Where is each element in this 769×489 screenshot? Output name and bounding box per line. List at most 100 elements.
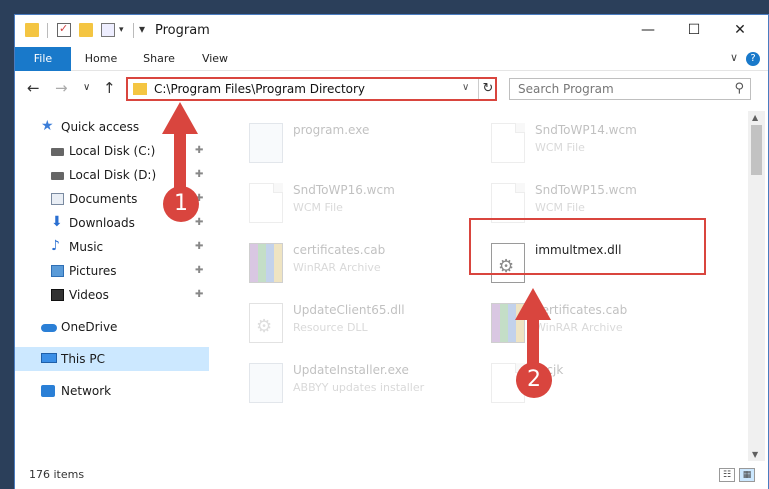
- navigation-pane: ★ Quick access Local Disk (C:) ✚ Local D…: [15, 111, 211, 461]
- address-bar[interactable]: C:\Program Files\Program Directory ∨ ↻: [126, 77, 497, 101]
- tab-view[interactable]: View: [191, 47, 239, 71]
- folder-icon: [133, 83, 147, 95]
- drive-icon: [51, 172, 64, 180]
- file-item[interactable]: SndToWP14.wcm WCM File: [479, 115, 719, 169]
- file-name: certificates.cab: [293, 243, 386, 257]
- sidebar-item-onedrive[interactable]: OneDrive: [15, 315, 209, 339]
- sidebar-item-videos[interactable]: Videos ✚: [15, 283, 209, 307]
- file-item[interactable]: SndToWP16.wcm WCM File: [237, 175, 477, 229]
- help-icon[interactable]: ?: [746, 52, 760, 66]
- file-item[interactable]: ⚙ UpdateClient65.dll Resource DLL: [237, 295, 477, 349]
- sidebar-item-label: Network: [61, 384, 112, 398]
- scrollbar-thumb[interactable]: [751, 125, 762, 175]
- back-icon[interactable]: ←: [27, 79, 40, 97]
- download-icon: ⬇: [51, 214, 63, 230]
- close-button[interactable]: ✕: [717, 15, 763, 45]
- file-type: Resource DLL: [293, 321, 368, 334]
- file-item[interactable]: certificates.cab WinRAR Archive: [479, 295, 719, 349]
- file-name: UpdateClient65.dll: [293, 303, 405, 317]
- sidebar-item-label: This PC: [61, 352, 105, 366]
- navigation-bar: ← → ∨ ↑ C:\Program Files\Program Directo…: [15, 72, 768, 106]
- recent-locations-icon[interactable]: ∨: [83, 82, 90, 93]
- vertical-scrollbar[interactable]: ▲ ▼: [748, 111, 765, 461]
- sidebar-item-music[interactable]: ♪ Music ✚: [15, 235, 209, 259]
- ribbon: File Home Share View ∨ ?: [15, 47, 768, 71]
- file-icon: [491, 123, 525, 163]
- sidebar-item-this-pc[interactable]: This PC: [15, 347, 209, 371]
- customize-icon[interactable]: [101, 23, 115, 37]
- tab-file[interactable]: File: [15, 47, 71, 71]
- search-input[interactable]: Search Program: [518, 82, 614, 96]
- item-count: 176 items: [29, 468, 85, 481]
- sidebar-item-local-disk-c[interactable]: Local Disk (C:) ✚: [15, 139, 209, 163]
- properties-icon[interactable]: ✓: [57, 22, 71, 37]
- quick-access-dropdown-icon[interactable]: ▾: [119, 25, 124, 35]
- sidebar-item-label: Music: [69, 240, 104, 254]
- winrar-archive-icon: [249, 243, 283, 283]
- sidebar-item-label: Local Disk (C:): [69, 144, 156, 158]
- file-type: WinRAR Archive: [535, 321, 623, 334]
- collapse-ribbon-icon[interactable]: ∨: [730, 51, 738, 64]
- file-name: SndToWP14.wcm: [535, 123, 637, 137]
- search-icon: ⚲: [734, 81, 744, 96]
- large-icons-view-icon[interactable]: ▦: [739, 468, 755, 482]
- file-name: program.exe: [293, 123, 370, 137]
- sidebar-item-label: Documents: [69, 192, 138, 206]
- documents-icon: [51, 193, 64, 205]
- new-folder-icon[interactable]: [79, 23, 93, 37]
- search-box[interactable]: Search Program ⚲: [509, 78, 751, 100]
- status-bar: 176 items ☷ ▦: [15, 463, 768, 489]
- installer-icon: [249, 363, 283, 403]
- address-path[interactable]: C:\Program Files\Program Directory: [154, 82, 365, 96]
- pin-icon[interactable]: ✚: [195, 283, 203, 307]
- file-icon: [491, 183, 525, 223]
- file-type: WinRAR Archive: [293, 261, 381, 274]
- tab-home[interactable]: Home: [77, 47, 125, 71]
- details-view-icon[interactable]: ☷: [719, 468, 735, 482]
- videos-icon: [51, 289, 64, 301]
- file-item[interactable]: d.cjk: [479, 355, 719, 409]
- sidebar-item-label: Pictures: [69, 264, 117, 278]
- sidebar-item-label: Videos: [69, 288, 109, 302]
- sidebar-item-local-disk-d[interactable]: Local Disk (D:) ✚: [15, 163, 209, 187]
- pictures-icon: [51, 265, 64, 277]
- target-file-highlight: [469, 218, 706, 275]
- dll-file-icon: ⚙: [249, 303, 283, 343]
- up-icon[interactable]: ↑: [103, 79, 116, 97]
- sidebar-item-label: Local Disk (D:): [69, 168, 157, 182]
- file-item[interactable]: program.exe: [237, 115, 477, 169]
- file-type: ABBYY updates installer: [293, 381, 425, 394]
- scroll-down-icon[interactable]: ▼: [752, 450, 758, 459]
- maximize-button[interactable]: ☐: [671, 15, 717, 45]
- pin-icon[interactable]: ✚: [195, 163, 203, 187]
- pin-icon[interactable]: ✚: [195, 235, 203, 259]
- address-dropdown-icon[interactable]: ∨: [462, 82, 469, 93]
- refresh-icon[interactable]: ↻: [478, 79, 497, 99]
- sidebar-item-label: Downloads: [69, 216, 135, 230]
- file-type: WCM File: [535, 141, 585, 154]
- file-icon: [249, 183, 283, 223]
- window-title: Program: [155, 23, 210, 38]
- sidebar-item-pictures[interactable]: Pictures ✚: [15, 259, 209, 283]
- pin-icon[interactable]: ✚: [195, 211, 203, 235]
- pin-icon[interactable]: ✚: [195, 259, 203, 283]
- scroll-up-icon[interactable]: ▲: [752, 113, 758, 122]
- file-name: SndToWP15.wcm: [535, 183, 637, 197]
- forward-icon[interactable]: →: [55, 79, 68, 97]
- star-icon: ★: [41, 118, 54, 134]
- file-item[interactable]: certificates.cab WinRAR Archive: [237, 235, 477, 289]
- minimize-button[interactable]: —: [625, 15, 671, 45]
- sidebar-item-network[interactable]: Network: [15, 379, 209, 403]
- toolbar-divider: [133, 23, 134, 38]
- pin-icon[interactable]: ✚: [195, 139, 203, 163]
- file-item[interactable]: UpdateInstaller.exe ABBYY updates instal…: [237, 355, 477, 409]
- tab-share[interactable]: Share: [135, 47, 183, 71]
- file-type: WCM File: [535, 201, 585, 214]
- title-bar: ✓ ▾ ▾ Program — ☐ ✕: [15, 15, 768, 47]
- toolbar-divider: [47, 23, 48, 38]
- music-icon: ♪: [51, 238, 60, 254]
- quick-access-toolbar-chevron-icon[interactable]: ▾: [139, 22, 145, 36]
- file-name: certificates.cab: [535, 303, 628, 317]
- sidebar-item-quick-access[interactable]: ★ Quick access: [15, 115, 209, 139]
- winrar-archive-icon: [491, 303, 525, 343]
